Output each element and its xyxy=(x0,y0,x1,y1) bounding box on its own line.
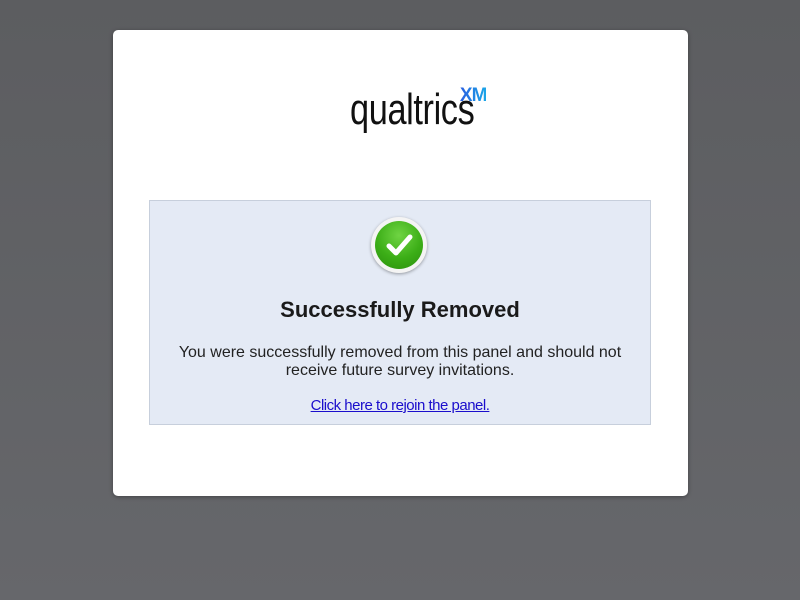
checkmark-icon xyxy=(371,217,427,273)
rejoin-panel-link[interactable]: Click here to rejoin the panel. xyxy=(311,397,490,414)
checkmark-badge xyxy=(375,221,423,269)
logo-wordmark: qualtrics xyxy=(349,85,475,134)
checkmark-glyph xyxy=(386,234,413,256)
status-panel: Successfully Removed You were successful… xyxy=(149,200,651,425)
status-message: You were successfully removed from this … xyxy=(178,344,622,379)
qualtrics-logo: qualtricsXM xyxy=(113,80,688,140)
removal-card: qualtricsXM Successfully Removed You wer… xyxy=(113,30,688,496)
rejoin-link-container: Click here to rejoin the panel. xyxy=(150,397,650,414)
status-title: Successfully Removed xyxy=(280,297,520,322)
